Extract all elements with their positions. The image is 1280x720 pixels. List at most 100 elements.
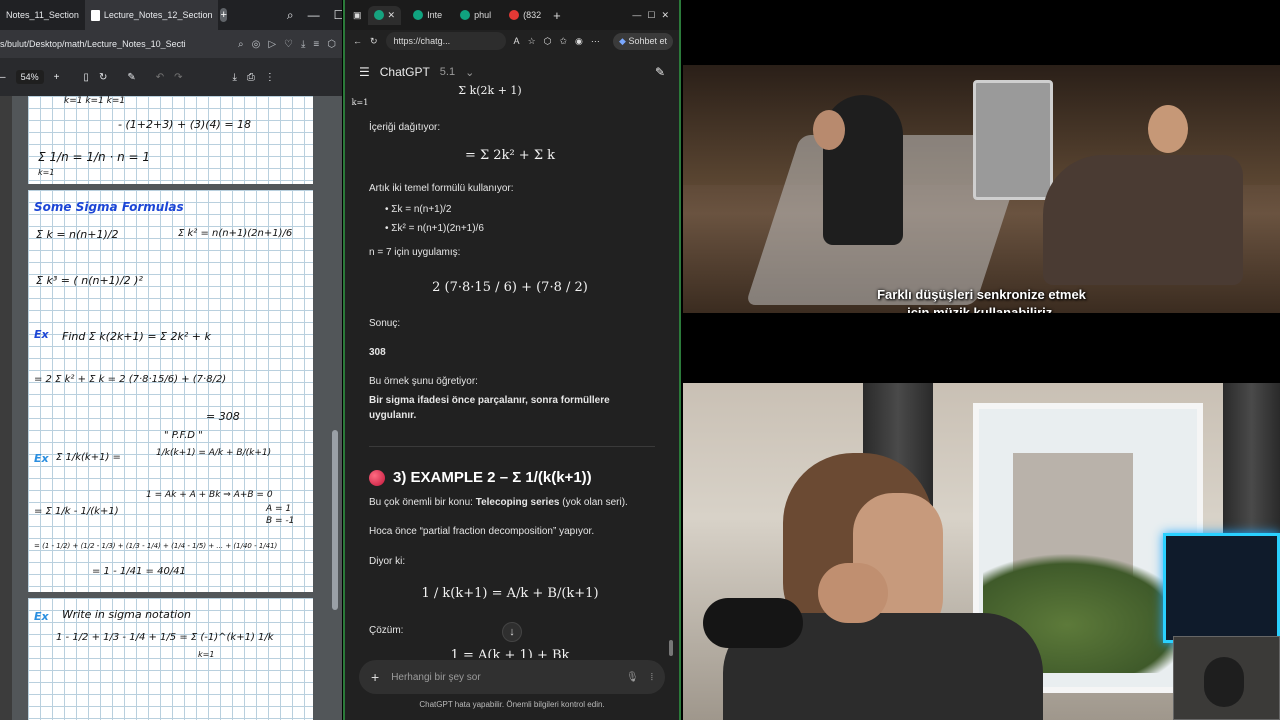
tab-notes-12[interactable]: Lecture_Notes_12_Section bbox=[84, 0, 219, 30]
voice-mode-icon[interactable]: ⦙ bbox=[651, 672, 653, 683]
heart-icon[interactable]: ♡ bbox=[284, 39, 293, 50]
pdf-page: k=1 k=1 k=1 - (1+2+3) + (3)(4) = 18 Σ 1/… bbox=[28, 96, 313, 184]
note-line: B = -1 bbox=[266, 516, 295, 526]
note-line: A = 1 bbox=[266, 504, 292, 514]
search-icon[interactable]: ⌕ bbox=[287, 8, 294, 23]
pdf-scrollbar[interactable] bbox=[332, 430, 338, 610]
zoom-in-button[interactable]: + bbox=[54, 72, 60, 83]
note-line: = 1 - 1/41 = 40/41 bbox=[92, 566, 186, 577]
scene-monitor bbox=[1163, 533, 1280, 643]
math-subscript: k=1 bbox=[351, 98, 369, 107]
note-line: = 308 bbox=[206, 410, 240, 423]
chat-paragraph: n = 7 için uygulamış: bbox=[369, 247, 461, 258]
pdf-toolbar: – 54% + ▯ ↻ ✎ ↶ ↷ ⤓ ⎙ ⋮ bbox=[0, 58, 342, 96]
tab-label: Lecture_Notes_12_Section bbox=[103, 10, 213, 20]
fit-page-icon[interactable]: ▯ bbox=[83, 72, 89, 83]
note-line: k=1 k=1 k=1 bbox=[64, 96, 126, 106]
note-ex-label: Ex bbox=[34, 452, 49, 465]
scroll-down-button[interactable]: ↓ bbox=[502, 622, 522, 642]
scene-face bbox=[1148, 105, 1188, 153]
favorite-icon[interactable]: ☆ bbox=[528, 36, 536, 47]
back-icon[interactable]: ← bbox=[353, 36, 362, 46]
read-aloud-icon[interactable]: A bbox=[514, 36, 520, 46]
chevron-down-icon[interactable]: ⌄ bbox=[465, 66, 474, 79]
red-circle-icon bbox=[369, 469, 385, 486]
pdf-viewer[interactable]: k=1 k=1 k=1 - (1+2+3) + (3)(4) = 18 Σ 1/… bbox=[0, 96, 342, 720]
chat-paragraph: Bir sigma ifadesi önce parçalanır, sonra… bbox=[369, 395, 610, 421]
tab-close-icon[interactable]: ✕ bbox=[388, 10, 396, 21]
print-icon[interactable]: ⎙ bbox=[247, 72, 255, 83]
chat-paragraph: İçeriği dağıtıyor: bbox=[369, 122, 441, 133]
new-tab-button[interactable]: + bbox=[553, 8, 561, 23]
pdf-download-icon[interactable]: ⤓ bbox=[233, 72, 237, 83]
menu-icon[interactable]: ≡ bbox=[313, 39, 319, 50]
tab-youtube[interactable]: (832 bbox=[503, 6, 547, 24]
chat-scrollbar[interactable] bbox=[669, 640, 673, 656]
tab-inte[interactable]: Inte bbox=[407, 6, 448, 24]
note-ex-label: Ex bbox=[34, 328, 49, 341]
pdf-browser-window: Notes_11_Section Lecture_Notes_12_Sectio… bbox=[0, 0, 342, 720]
chat-browser-window: ▣ ✕ Inte phul (832 + — ☐ ✕ ← ↻ https://c… bbox=[343, 0, 681, 720]
undo-icon[interactable]: ↶ bbox=[156, 72, 164, 83]
tab-phul[interactable]: phul bbox=[454, 6, 497, 24]
tab-chatgpt[interactable]: ✕ bbox=[367, 5, 402, 25]
camera-icon[interactable]: ◎ bbox=[252, 39, 261, 50]
webcam-feed bbox=[683, 383, 1280, 720]
chat-composer: + Herhangi bir şey sor 🎙 ⦙ bbox=[359, 660, 665, 694]
extensions-icon[interactable]: ⬡ bbox=[544, 36, 552, 47]
math-block: Σ k(2k + 1) bbox=[458, 84, 522, 97]
video-player[interactable]: Farklı düşüşleri senkronize etmek için m… bbox=[683, 0, 1280, 383]
section-heading: 3) EXAMPLE 2 – Σ 1/(k(k+1)) bbox=[369, 469, 592, 486]
scene-person bbox=[1204, 657, 1244, 707]
chat-paragraph: Artık iki temel formülü kullanıyor: bbox=[369, 183, 514, 194]
model-selector[interactable]: 5.1 bbox=[440, 66, 455, 78]
attach-button[interactable]: + bbox=[371, 669, 379, 685]
chat-paragraph: Hoca önce “partial fraction decompositio… bbox=[369, 526, 595, 537]
microphone-icon[interactable]: 🎙 bbox=[626, 672, 639, 683]
zoom-search-icon[interactable]: ⌕ bbox=[238, 39, 244, 50]
math-block: 1 = A(k + 1) + Bk bbox=[450, 648, 570, 658]
tab-notes-11[interactable]: Notes_11_Section bbox=[0, 0, 85, 30]
math-block: 2 (7·8·15 / 6) + (7·8 / 2) bbox=[432, 280, 588, 295]
maximize-icon[interactable]: ☐ bbox=[334, 8, 342, 22]
rotate-icon[interactable]: ↻ bbox=[99, 72, 107, 83]
zoom-level[interactable]: 54% bbox=[15, 70, 44, 84]
play-icon[interactable]: ▷ bbox=[268, 39, 276, 50]
minimize-icon[interactable]: — bbox=[308, 8, 320, 22]
more-options-icon[interactable]: ⋮ bbox=[265, 72, 275, 83]
note-line: k=1 bbox=[38, 168, 55, 177]
list-item-text: Σk = n(n+1)/2 bbox=[391, 204, 452, 215]
sidebar-toggle-icon[interactable]: ☰ bbox=[359, 65, 370, 79]
chat-title[interactable]: ChatGPT bbox=[380, 65, 430, 79]
annotate-icon[interactable]: ✎ bbox=[127, 72, 135, 83]
tab-actions-icon[interactable]: ▣ bbox=[353, 10, 362, 21]
new-tab-button[interactable]: + bbox=[220, 8, 227, 22]
pdf-file-icon bbox=[90, 9, 100, 21]
minimize-icon[interactable]: — bbox=[632, 10, 641, 20]
zoom-out-button[interactable]: – bbox=[0, 72, 6, 83]
url-field[interactable]: s/bulut/Desktop/math/Lecture_Notes_10_Se… bbox=[0, 39, 230, 49]
refresh-icon[interactable]: ↻ bbox=[370, 36, 378, 47]
close-icon[interactable]: ✕ bbox=[661, 10, 669, 21]
tab-label: phul bbox=[474, 10, 492, 20]
p7-bold: Telecoping series bbox=[475, 497, 560, 508]
note-ex-label: Ex bbox=[34, 610, 49, 623]
more-icon[interactable]: ⋯ bbox=[591, 36, 600, 47]
pdf-page: Ex Write in sigma notation 1 - 1/2 + 1/3… bbox=[28, 598, 313, 720]
chat-paragraph: Diyor ki: bbox=[369, 556, 406, 567]
download-icon[interactable]: ⤓ bbox=[301, 39, 305, 50]
profile-avatar[interactable]: ◉ bbox=[575, 36, 583, 47]
prompt-input[interactable]: Herhangi bir şey sor bbox=[391, 672, 614, 683]
favorites-icon[interactable]: ✩ bbox=[560, 36, 568, 47]
chatgpt-icon bbox=[413, 10, 424, 20]
extension-icon[interactable]: ⬡ bbox=[327, 39, 336, 50]
sohbet-button[interactable]: ◆ Sohbet et bbox=[613, 32, 673, 50]
note-line: Find Σ k(2k+1) = Σ 2k² + k bbox=[62, 330, 211, 343]
redo-icon[interactable]: ↷ bbox=[174, 72, 182, 83]
url-field[interactable]: https://chatg... bbox=[385, 32, 506, 50]
tab-label: Notes_11_Section bbox=[6, 10, 79, 20]
maximize-icon[interactable]: ☐ bbox=[647, 10, 655, 21]
note-line: 1 = Ak + A + Bk ⇒ A+B = 0 bbox=[146, 490, 273, 500]
chat-paragraph: Bu örnek şunu öğretiyor: bbox=[369, 376, 478, 387]
new-chat-icon[interactable]: ✎ bbox=[655, 65, 665, 79]
